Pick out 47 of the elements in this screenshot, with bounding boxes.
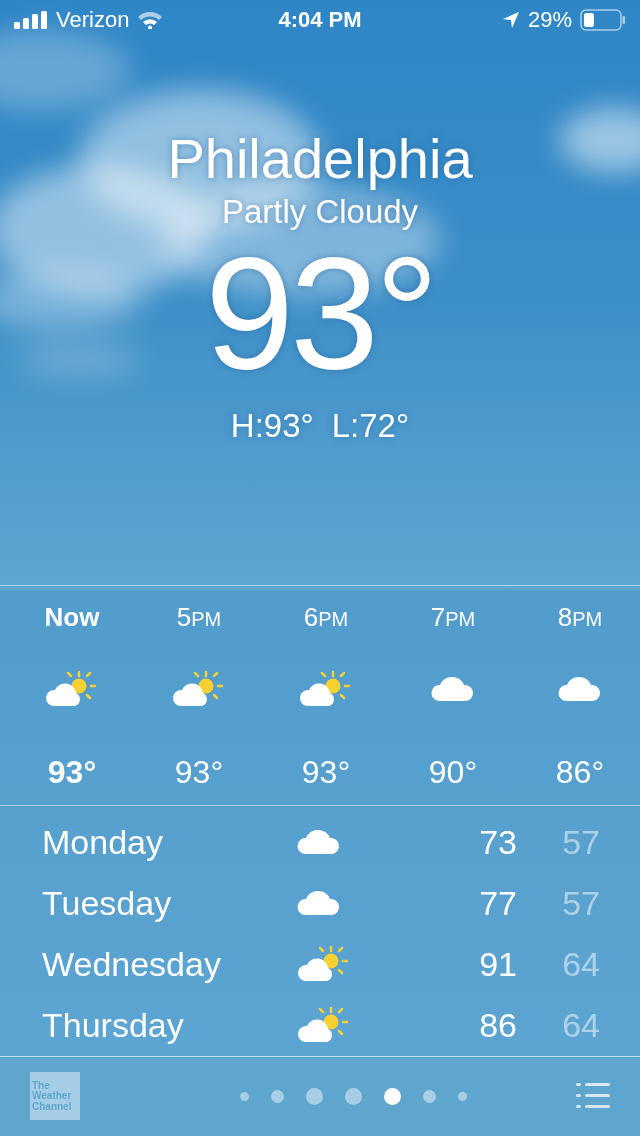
weather-channel-logo[interactable]: The Weather Channel (30, 1072, 80, 1121)
hour-label: 6PM (303, 602, 349, 635)
low-temperature: L:72° (331, 407, 410, 446)
page-dot[interactable] (344, 1087, 362, 1105)
high-temperature: 91 (478, 944, 517, 984)
hour-temperature: 93° (174, 754, 224, 792)
hour-label: 7PM (430, 602, 476, 635)
sun-behind-cloud-icon (299, 670, 353, 709)
day-name: Wednesday (42, 944, 222, 984)
hour-temperature: 86° (555, 754, 605, 792)
page-dot[interactable] (270, 1089, 284, 1103)
high-temperature: 86 (478, 1005, 517, 1045)
hour-temperature: 90° (428, 754, 478, 792)
hour-temperature: 93° (47, 754, 97, 792)
hour-label: 8PM (557, 602, 603, 635)
weather-condition: Partly Cloudy (221, 193, 419, 232)
sun-behind-cloud-icon (172, 670, 226, 709)
day-name: Monday (42, 822, 164, 862)
sun-behind-cloud-icon (297, 1006, 351, 1045)
current-temperature: 93° (205, 233, 435, 394)
wifi-icon (137, 10, 164, 29)
low-temperature: 64 (561, 944, 600, 984)
day-name: Tuesday (42, 883, 173, 923)
hour-temperature: 93° (301, 754, 351, 792)
day-name: Thursday (42, 1005, 185, 1045)
carrier-name: Verizon (56, 6, 130, 33)
sun-behind-cloud-icon (297, 945, 351, 984)
page-dot[interactable] (305, 1087, 323, 1105)
status-time: 4:04 PM (278, 6, 362, 33)
sun-behind-cloud-icon (45, 670, 99, 709)
low-temperature: 64 (561, 1005, 600, 1045)
low-temperature: 57 (561, 883, 600, 923)
list-icon[interactable] (576, 1083, 610, 1110)
battery-icon (580, 8, 626, 31)
low-temperature: 57 (561, 822, 600, 862)
high-temperature: 73 (478, 822, 517, 862)
city-name: Philadelphia (167, 127, 473, 190)
high-temperature: 77 (478, 883, 517, 923)
hour-label: 5PM (176, 602, 222, 635)
hour-label: Now (44, 602, 100, 635)
page-dot[interactable] (457, 1091, 467, 1101)
page-dot[interactable] (239, 1091, 249, 1101)
page-dot[interactable] (422, 1089, 436, 1103)
battery-percent: 29% (527, 6, 572, 33)
high-temperature: H:93° (230, 407, 314, 446)
page-dot[interactable] (383, 1087, 401, 1105)
signal-icon (14, 10, 48, 29)
